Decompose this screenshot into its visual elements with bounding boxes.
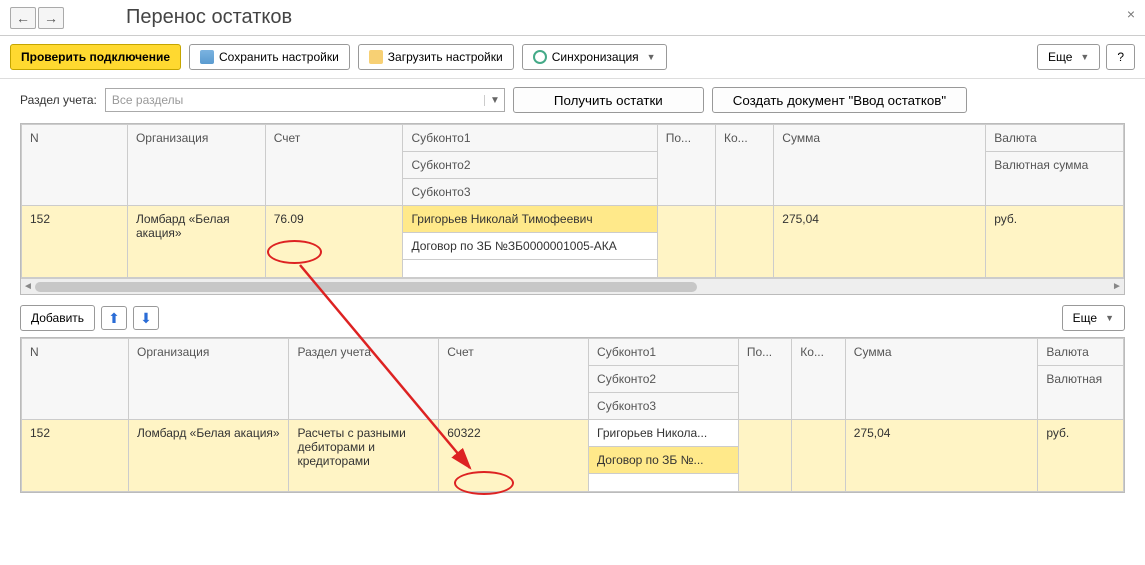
cell-ko xyxy=(792,420,845,492)
table-row[interactable]: 152 Ломбард «Белая акация» Расчеты с раз… xyxy=(22,420,1124,447)
add-button[interactable]: Добавить xyxy=(20,305,95,331)
cell-currency: руб. xyxy=(1038,420,1124,492)
more-label: Еще xyxy=(1073,311,1097,325)
sync-icon xyxy=(533,50,547,64)
mapping-table[interactable]: N Организация Раздел учета Счет Субконто… xyxy=(21,338,1124,492)
scroll-right-icon[interactable]: ► xyxy=(1110,281,1124,292)
col-currency: Валюта xyxy=(986,125,1124,152)
section-filter-select[interactable]: Все разделы ▼ xyxy=(105,88,505,112)
page-title: Перенос остатков xyxy=(126,6,292,29)
filter-bar: Раздел учета: Все разделы ▼ Получить ост… xyxy=(0,79,1145,123)
get-balances-button[interactable]: Получить остатки xyxy=(513,87,704,113)
nav-forward-button[interactable]: → xyxy=(38,7,64,29)
cell-sum: 275,04 xyxy=(774,206,986,278)
cell-sub3 xyxy=(403,260,657,278)
more-button-mid[interactable]: Еще ▼ xyxy=(1062,305,1125,331)
col-org: Организация xyxy=(128,339,288,420)
col-sub2: Субконто2 xyxy=(403,152,657,179)
cell-account: 60322 xyxy=(439,420,589,492)
col-currency-sum: Валютная сумма xyxy=(986,152,1124,206)
cell-account: 76.09 xyxy=(265,206,403,278)
cell-section: Расчеты с разными дебиторами и кредитора… xyxy=(289,420,439,492)
folder-icon xyxy=(369,50,383,64)
move-down-button[interactable]: ⬇ xyxy=(133,306,159,330)
sync-button[interactable]: Синхронизация ▼ xyxy=(522,44,667,70)
col-ko: Ко... xyxy=(792,339,845,420)
cell-ko xyxy=(716,206,774,278)
cell-org: Ломбард «Белая акация» xyxy=(128,420,288,492)
col-section: Раздел учета xyxy=(289,339,439,420)
cell-currency: руб. xyxy=(986,206,1124,278)
col-org: Организация xyxy=(127,125,265,206)
cell-sub3 xyxy=(589,474,739,492)
col-currency: Валюта xyxy=(1038,339,1124,366)
top-nav-bar: ← → Перенос остатков × xyxy=(0,0,1145,36)
cell-po xyxy=(657,206,715,278)
chevron-down-icon: ▼ xyxy=(1080,52,1089,62)
more-button-top[interactable]: Еще ▼ xyxy=(1037,44,1100,70)
section-filter-placeholder: Все разделы xyxy=(112,93,183,107)
cell-po xyxy=(738,420,791,492)
col-sub2: Субконто2 xyxy=(589,366,739,393)
cell-sub1: Григорьев Никола... xyxy=(589,420,739,447)
more-label: Еще xyxy=(1048,50,1072,64)
balances-table-wrap: N Организация Счет Субконто1 По... Ко...… xyxy=(20,123,1125,295)
move-up-button[interactable]: ⬆ xyxy=(101,306,127,330)
save-settings-label: Сохранить настройки xyxy=(219,50,339,64)
cell-n: 152 xyxy=(22,420,129,492)
col-sub3: Субконто3 xyxy=(403,179,657,206)
horizontal-scrollbar[interactable]: ◄ ► xyxy=(21,278,1124,294)
cell-sub2: Договор по ЗБ №ЗБ0000001005-АКА xyxy=(403,233,657,260)
col-sub1: Субконто1 xyxy=(589,339,739,366)
scroll-left-icon[interactable]: ◄ xyxy=(21,281,35,292)
main-toolbar: Проверить подключение Сохранить настройк… xyxy=(0,36,1145,79)
cell-sub2: Договор по ЗБ №... xyxy=(589,447,739,474)
create-document-button[interactable]: Создать документ "Ввод остатков" xyxy=(712,87,967,113)
col-sub1: Субконто1 xyxy=(403,125,657,152)
mapping-table-wrap: N Организация Раздел учета Счет Субконто… xyxy=(20,337,1125,493)
col-account: Счет xyxy=(439,339,589,420)
chevron-down-icon: ▼ xyxy=(1105,313,1114,323)
col-n: N xyxy=(22,339,129,420)
table-header-row: N Организация Счет Субконто1 По... Ко...… xyxy=(22,125,1124,152)
nav-back-button[interactable]: ← xyxy=(10,7,36,29)
load-settings-label: Загрузить настройки xyxy=(388,50,503,64)
mid-toolbar: Добавить ⬆ ⬇ Еще ▼ xyxy=(0,299,1145,337)
cell-sub1: Григорьев Николай Тимофеевич xyxy=(403,206,657,233)
save-icon xyxy=(200,50,214,64)
col-sub3: Субконто3 xyxy=(589,393,739,420)
col-account: Счет xyxy=(265,125,403,206)
col-ko: Ко... xyxy=(716,125,774,206)
col-sum: Сумма xyxy=(845,339,1038,420)
cell-n: 152 xyxy=(22,206,128,278)
col-n: N xyxy=(22,125,128,206)
scroll-thumb[interactable] xyxy=(35,282,697,292)
chevron-down-icon: ▼ xyxy=(647,52,656,62)
arrow-down-icon: ⬇ xyxy=(140,310,152,327)
col-po: По... xyxy=(657,125,715,206)
close-button[interactable]: × xyxy=(1127,6,1135,22)
cell-sum: 275,04 xyxy=(845,420,1038,492)
check-connection-button[interactable]: Проверить подключение xyxy=(10,44,181,70)
col-currency-sum: Валютная xyxy=(1038,366,1124,420)
sync-label: Синхронизация xyxy=(552,50,639,64)
help-button[interactable]: ? xyxy=(1106,44,1135,70)
table-header-row: N Организация Раздел учета Счет Субконто… xyxy=(22,339,1124,366)
balances-table[interactable]: N Организация Счет Субконто1 По... Ко...… xyxy=(21,124,1124,278)
col-po: По... xyxy=(738,339,791,420)
load-settings-button[interactable]: Загрузить настройки xyxy=(358,44,514,70)
col-sum: Сумма xyxy=(774,125,986,206)
arrow-up-icon: ⬆ xyxy=(108,310,120,327)
save-settings-button[interactable]: Сохранить настройки xyxy=(189,44,350,70)
table-row[interactable]: 152 Ломбард «Белая акация» 76.09 Григорь… xyxy=(22,206,1124,233)
chevron-down-icon: ▼ xyxy=(484,95,500,106)
section-filter-label: Раздел учета: xyxy=(20,93,97,107)
cell-org: Ломбард «Белая акация» xyxy=(127,206,265,278)
